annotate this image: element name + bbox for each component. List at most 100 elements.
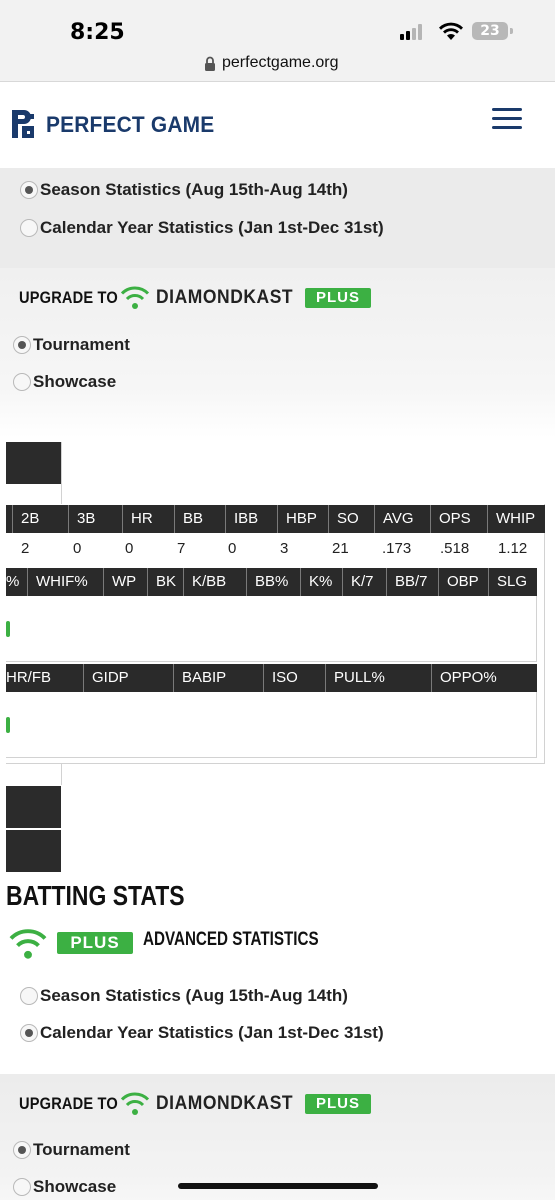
diamondkast-brand[interactable]: DIAMONDKAST (156, 287, 293, 309)
header-cell[interactable]: WHIP (488, 505, 545, 533)
season-stats-radio[interactable]: Season Statistics (Aug 15th-Aug 14th) (20, 180, 348, 200)
address-bar[interactable]: perfectgame.org (0, 48, 555, 82)
battery-tip (510, 28, 513, 34)
header-cell[interactable]: 3B (69, 505, 123, 533)
upgrade-label: UPGRADE TO (19, 1094, 118, 1113)
table1-header-row: 2B 3B HR BB IBB HBP SO AVG OPS WHIP (6, 505, 545, 533)
header-cell[interactable]: PULL% (326, 664, 432, 692)
radio-button[interactable] (20, 219, 38, 237)
column-divider (61, 763, 62, 785)
showcase-radio[interactable]: Showcase (13, 1177, 116, 1197)
home-indicator[interactable] (178, 1183, 378, 1189)
column-divider (536, 692, 537, 758)
radio-label: Tournament (33, 1140, 130, 1159)
header-cell[interactable]: HR (123, 505, 175, 533)
radio-button[interactable] (20, 1024, 38, 1042)
upgrade-label: UPGRADE TO (19, 288, 118, 307)
diamondkast-wifi-icon (120, 286, 150, 309)
table-cell: 0 (125, 540, 134, 557)
header-cell[interactable]: WHIF% (28, 568, 104, 596)
tab-placeholder-box[interactable] (6, 830, 61, 872)
showcase-radio[interactable]: Showcase (13, 372, 116, 392)
radio-button[interactable] (13, 1141, 31, 1159)
radio-button[interactable] (13, 336, 31, 354)
logo-text[interactable]: PERFECT GAME (46, 112, 214, 138)
radio-button[interactable] (13, 373, 31, 391)
tournament-radio[interactable]: Tournament (13, 1140, 130, 1160)
header-cell[interactable]: HR/FB (6, 664, 84, 692)
table-cell: .173 (382, 540, 412, 557)
header-cell[interactable]: K/7 (343, 568, 387, 596)
table-cell: .518 (440, 540, 470, 557)
plus-badge[interactable]: PLUS (305, 1094, 371, 1114)
perfect-game-logo-icon[interactable] (10, 108, 36, 140)
table-cell: 1.12 (498, 540, 528, 557)
diamondkast-wifi-icon (9, 929, 47, 959)
wifi-icon (439, 22, 463, 40)
diamondkast-brand[interactable]: DIAMONDKAST (156, 1093, 293, 1115)
header-cell[interactable]: HBP (278, 505, 329, 533)
radio-label: Calendar Year Statistics (Jan 1st-Dec 31… (40, 218, 384, 237)
table-cell: 7 (177, 540, 186, 557)
row-divider (6, 757, 537, 758)
header-cell[interactable]: 2B (13, 505, 69, 533)
radio-button[interactable] (20, 181, 38, 199)
batting-stats-title: BATTING STATS (6, 880, 185, 911)
header-cell[interactable]: GIDP (84, 664, 174, 692)
header-cell[interactable]: BB/7 (387, 568, 439, 596)
table-cell: 0 (73, 540, 82, 557)
header-cell[interactable]: BK (148, 568, 184, 596)
tab-placeholder-box[interactable] (6, 442, 61, 484)
radio-label: Season Statistics (Aug 15th-Aug 14th) (40, 180, 348, 199)
header-cell-cut (6, 505, 13, 533)
battery-level: 23 (480, 23, 500, 39)
green-indicator (6, 717, 10, 733)
header-cell[interactable]: SLG (489, 568, 537, 596)
season-stats-radio[interactable]: Season Statistics (Aug 15th-Aug 14th) (20, 986, 348, 1006)
column-divider (61, 442, 62, 504)
diamondkast-wifi-icon (120, 1092, 150, 1115)
status-bar: 8:25 23 (0, 0, 555, 48)
radio-label: Tournament (33, 335, 130, 354)
calendar-year-stats-radio[interactable]: Calendar Year Statistics (Jan 1st-Dec 31… (20, 218, 384, 238)
radio-label: Calendar Year Statistics (Jan 1st-Dec 31… (40, 1023, 384, 1042)
header-cell[interactable]: OPS (431, 505, 488, 533)
header-cell[interactable]: AVG (375, 505, 431, 533)
header-cell[interactable]: ISO (264, 664, 326, 692)
url-text: perfectgame.org (222, 54, 339, 71)
header-cell[interactable]: WP (104, 568, 148, 596)
radio-label: Showcase (33, 1177, 117, 1196)
header-cell[interactable]: BABIP (174, 664, 264, 692)
table3-header-row: HR/FB GIDP BABIP ISO PULL% OPPO% (6, 664, 537, 692)
header-cell[interactable]: OBP (439, 568, 489, 596)
status-time: 8:25 (70, 20, 125, 45)
table-right-border (544, 504, 545, 764)
battery-icon: 23 (472, 22, 508, 40)
table-cell: 21 (332, 540, 349, 557)
plus-badge[interactable]: PLUS (57, 932, 133, 954)
table2-header-row: % WHIF% WP BK K/BB BB% K% K/7 BB/7 OBP S… (6, 568, 537, 596)
header-cell[interactable]: BB (175, 505, 226, 533)
header-cell[interactable]: OPPO% (432, 664, 537, 692)
radio-label: Showcase (33, 372, 117, 391)
calendar-year-stats-radio[interactable]: Calendar Year Statistics (Jan 1st-Dec 31… (20, 1023, 384, 1043)
table-bottom-border (6, 763, 545, 764)
header-cell[interactable]: BB% (247, 568, 301, 596)
radio-button[interactable] (13, 1178, 31, 1196)
tournament-radio[interactable]: Tournament (13, 335, 130, 355)
plus-badge[interactable]: PLUS (305, 288, 371, 308)
header-cell[interactable]: SO (329, 505, 375, 533)
radio-button[interactable] (20, 987, 38, 1005)
header-cell[interactable]: IBB (226, 505, 278, 533)
header-cell[interactable]: K/BB (184, 568, 247, 596)
table-cell: 2 (21, 540, 30, 557)
green-indicator (6, 621, 10, 637)
table-cell: 3 (280, 540, 289, 557)
header-cell[interactable]: % (6, 568, 28, 596)
radio-label: Season Statistics (Aug 15th-Aug 14th) (40, 986, 348, 1005)
tab-placeholder-box[interactable] (6, 786, 61, 828)
hamburger-menu-icon[interactable] (492, 108, 522, 130)
column-divider (536, 596, 537, 662)
cellular-signal-icon (400, 24, 426, 40)
header-cell[interactable]: K% (301, 568, 343, 596)
